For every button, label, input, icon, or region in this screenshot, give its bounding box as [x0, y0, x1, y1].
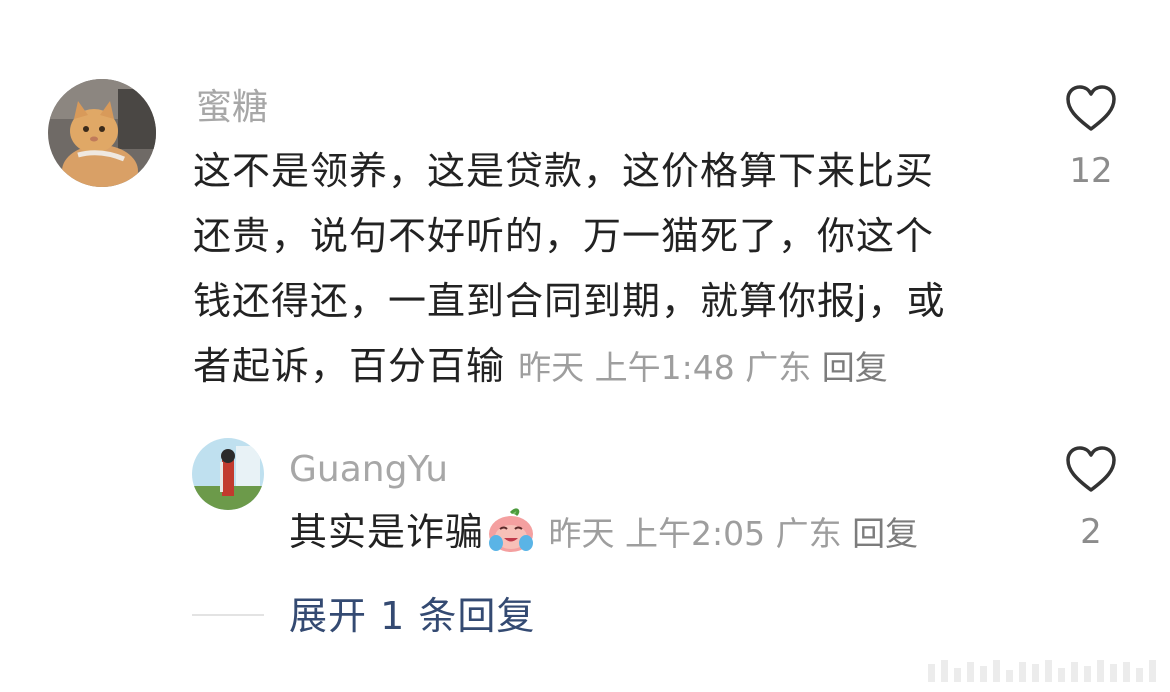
- avatar[interactable]: [48, 79, 156, 187]
- comment-line: 者起诉，百分百输 昨天 上午1:48 广东 回复: [193, 334, 1023, 400]
- reply-like-count: 2: [1080, 512, 1102, 552]
- crying-face-emoji-icon: [484, 507, 538, 573]
- comment-meta: 昨天 上午1:48 广东 回复: [518, 348, 888, 387]
- comment-username[interactable]: 蜜糖: [196, 90, 268, 126]
- comment-reply-button[interactable]: 回复: [822, 348, 888, 387]
- expand-replies-button[interactable]: 展开 1 条回复: [289, 596, 535, 636]
- heart-icon: [1066, 85, 1116, 131]
- anime-avatar-icon: [192, 438, 264, 510]
- watermark: [928, 660, 1156, 682]
- comment-like-button[interactable]: 12: [1059, 84, 1123, 188]
- reply-body: 其实是诈骗 昨天 上午2:05 广东 回复: [289, 500, 918, 573]
- reply-reply-button[interactable]: 回复: [852, 514, 918, 553]
- reply-location: 广东: [775, 514, 842, 553]
- heart-icon: [1066, 446, 1116, 492]
- comment-line-text: 者起诉，百分百输: [193, 344, 506, 388]
- reply-like-button[interactable]: 2: [1059, 445, 1123, 549]
- comment-body: 这不是领养，这是贷款，这价格算下来比买 还贵，说句不好听的，万一猫死了，你这个 …: [193, 139, 1023, 400]
- reply-username[interactable]: GuangYu: [289, 452, 448, 488]
- comment-time: 昨天 上午1:48: [518, 348, 735, 387]
- reply-time: 昨天 上午2:05: [548, 514, 766, 553]
- cat-avatar-icon: [48, 79, 156, 187]
- comment-location: 广东: [745, 348, 812, 387]
- reply-meta: 昨天 上午2:05 广东 回复: [538, 514, 919, 553]
- comment-line: 钱还得还，一直到合同到期，就算你报j，或: [193, 279, 946, 323]
- comment-line: 还贵，说句不好听的，万一猫死了，你这个: [193, 214, 935, 258]
- comment-line: 这不是领养，这是贷款，这价格算下来比买: [193, 149, 935, 193]
- reply-text: 其实是诈骗: [289, 510, 485, 554]
- divider: [192, 614, 264, 616]
- avatar[interactable]: [192, 438, 264, 510]
- comment-like-count: 12: [1069, 151, 1113, 191]
